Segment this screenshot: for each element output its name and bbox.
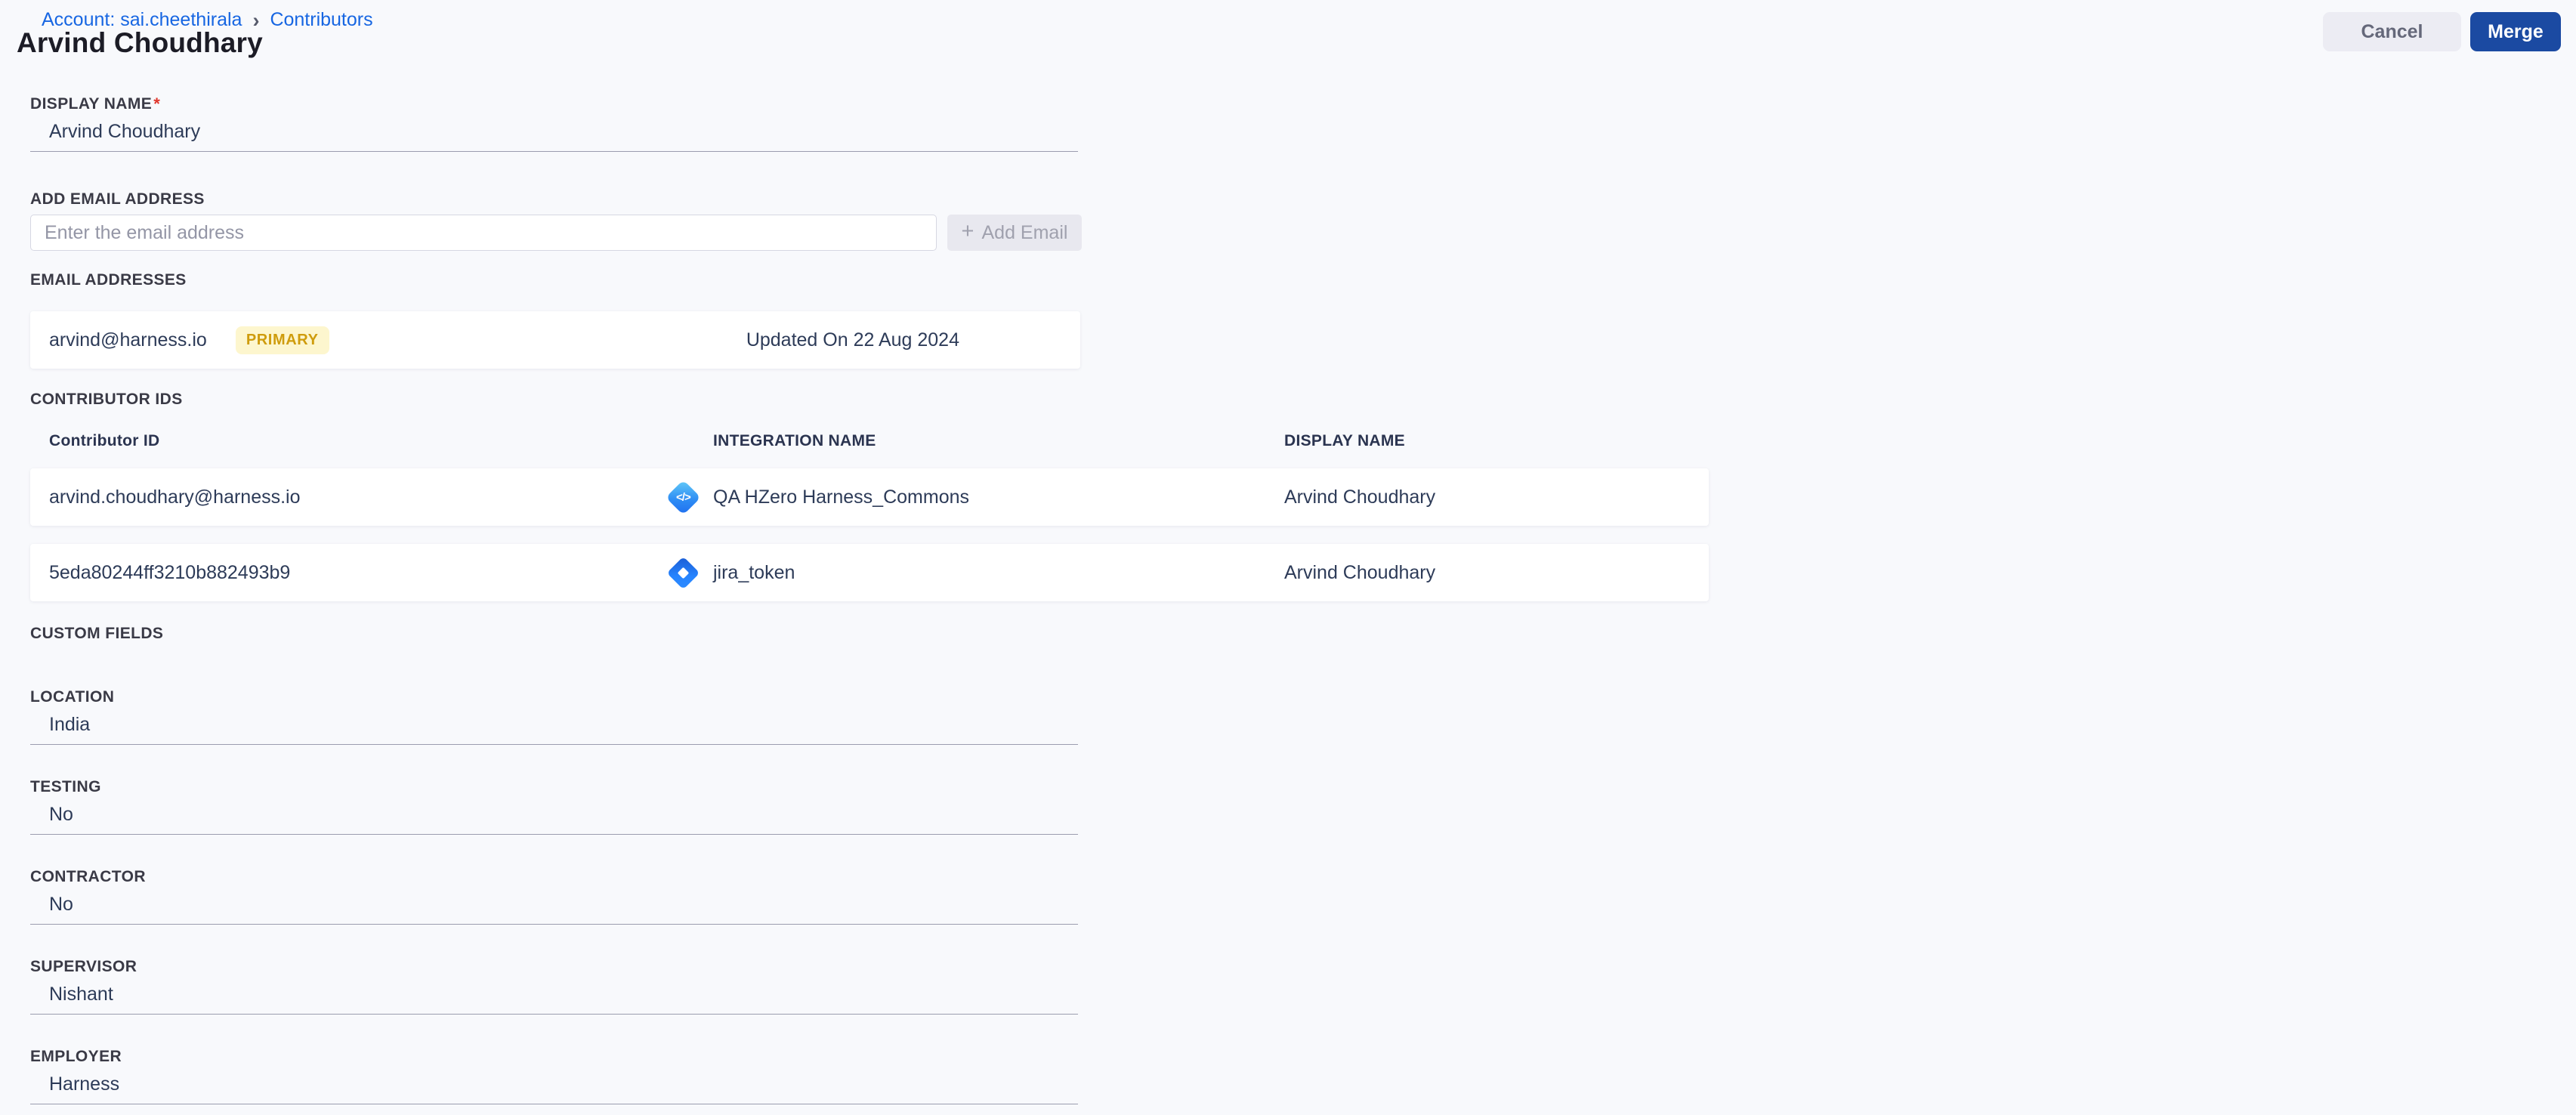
- email-input[interactable]: [30, 215, 937, 251]
- display-name-cell: Arvind Choudhary: [1284, 486, 1436, 508]
- column-header-integration-name: INTEGRATION NAME: [713, 432, 876, 449]
- custom-field-supervisor: SUPERVISOR: [30, 957, 2546, 1015]
- required-asterisk: *: [153, 94, 161, 113]
- display-name-label-text: DISPLAY NAME: [30, 95, 153, 113]
- testing-input[interactable]: [30, 802, 1078, 835]
- custom-field-testing: TESTING: [30, 777, 2546, 835]
- custom-field-location: LOCATION: [30, 687, 2546, 745]
- updated-on-text: Updated On 22 Aug 2024: [746, 329, 959, 351]
- testing-label: TESTING: [30, 778, 101, 795]
- location-label: LOCATION: [30, 688, 115, 706]
- table-row: arvind.choudhary@harness.io </> QA HZero…: [30, 468, 1709, 526]
- display-name-input[interactable]: [30, 119, 1078, 152]
- custom-fields-section: CUSTOM FIELDS LOCATION TESTING CONTRACTO…: [30, 624, 2546, 1104]
- contributor-id-cell: 5eda80244ff3210b882493b9: [49, 561, 291, 583]
- supervisor-label: SUPERVISOR: [30, 958, 137, 975]
- add-email-button-label: Add Email: [981, 221, 1068, 243]
- display-name-label: DISPLAY NAME*: [30, 94, 2546, 114]
- contributor-ids-table: Contributor ID INTEGRATION NAME DISPLAY …: [30, 432, 1709, 601]
- contributor-id-cell: arvind.choudhary@harness.io: [49, 486, 301, 508]
- contributor-ids-section: CONTRIBUTOR IDS Contributor ID INTEGRATI…: [30, 390, 2546, 601]
- integration-cell: </> QA HZero Harness_Commons: [665, 479, 1284, 515]
- contributor-detail-page: Account: sai.cheethirala › Contributors …: [0, 0, 2576, 1115]
- add-email-button[interactable]: + Add Email: [947, 215, 1082, 251]
- column-header-display-name: DISPLAY NAME: [1284, 432, 1405, 449]
- add-email-label: ADD EMAIL ADDRESS: [30, 190, 205, 208]
- supervisor-input[interactable]: [30, 981, 1078, 1015]
- code-integration-icon: </>: [665, 479, 701, 515]
- email-addresses-label: EMAIL ADDRESSES: [30, 271, 187, 289]
- integration-name-text: jira_token: [713, 561, 795, 583]
- primary-badge: PRIMARY: [235, 326, 329, 354]
- location-input[interactable]: [30, 712, 1078, 745]
- display-name-field-block: DISPLAY NAME*: [30, 94, 2546, 152]
- custom-field-employer: EMPLOYER: [30, 1047, 2546, 1104]
- contractor-label: CONTRACTOR: [30, 868, 146, 885]
- integration-cell: jira_token: [665, 554, 1284, 591]
- display-name-cell: Arvind Choudhary: [1284, 561, 1436, 583]
- table-header-row: Contributor ID INTEGRATION NAME DISPLAY …: [30, 432, 1709, 450]
- email-address-text: arvind@harness.io: [49, 329, 207, 351]
- email-addresses-section: EMAIL ADDRESSES arvind@harness.io PRIMAR…: [30, 270, 2546, 369]
- custom-fields-label: CUSTOM FIELDS: [30, 625, 164, 642]
- jira-icon: [665, 554, 701, 591]
- integration-name-text: QA HZero Harness_Commons: [713, 486, 970, 508]
- contributor-ids-label: CONTRIBUTOR IDS: [30, 391, 183, 408]
- plus-icon: +: [961, 219, 974, 243]
- table-row: 5eda80244ff3210b882493b9 jira_token Arvi…: [30, 544, 1709, 601]
- column-header-contributor-id: Contributor ID: [49, 432, 160, 449]
- email-list-item: arvind@harness.io PRIMARY Updated On 22 …: [30, 311, 1080, 369]
- add-email-section: ADD EMAIL ADDRESS + Add Email: [30, 190, 2546, 251]
- contractor-input[interactable]: [30, 891, 1078, 925]
- custom-field-contractor: CONTRACTOR: [30, 867, 2546, 925]
- employer-label: EMPLOYER: [30, 1048, 122, 1065]
- employer-input[interactable]: [30, 1071, 1078, 1104]
- main-content: DISPLAY NAME* ADD EMAIL ADDRESS + Add Em…: [30, 0, 2546, 1104]
